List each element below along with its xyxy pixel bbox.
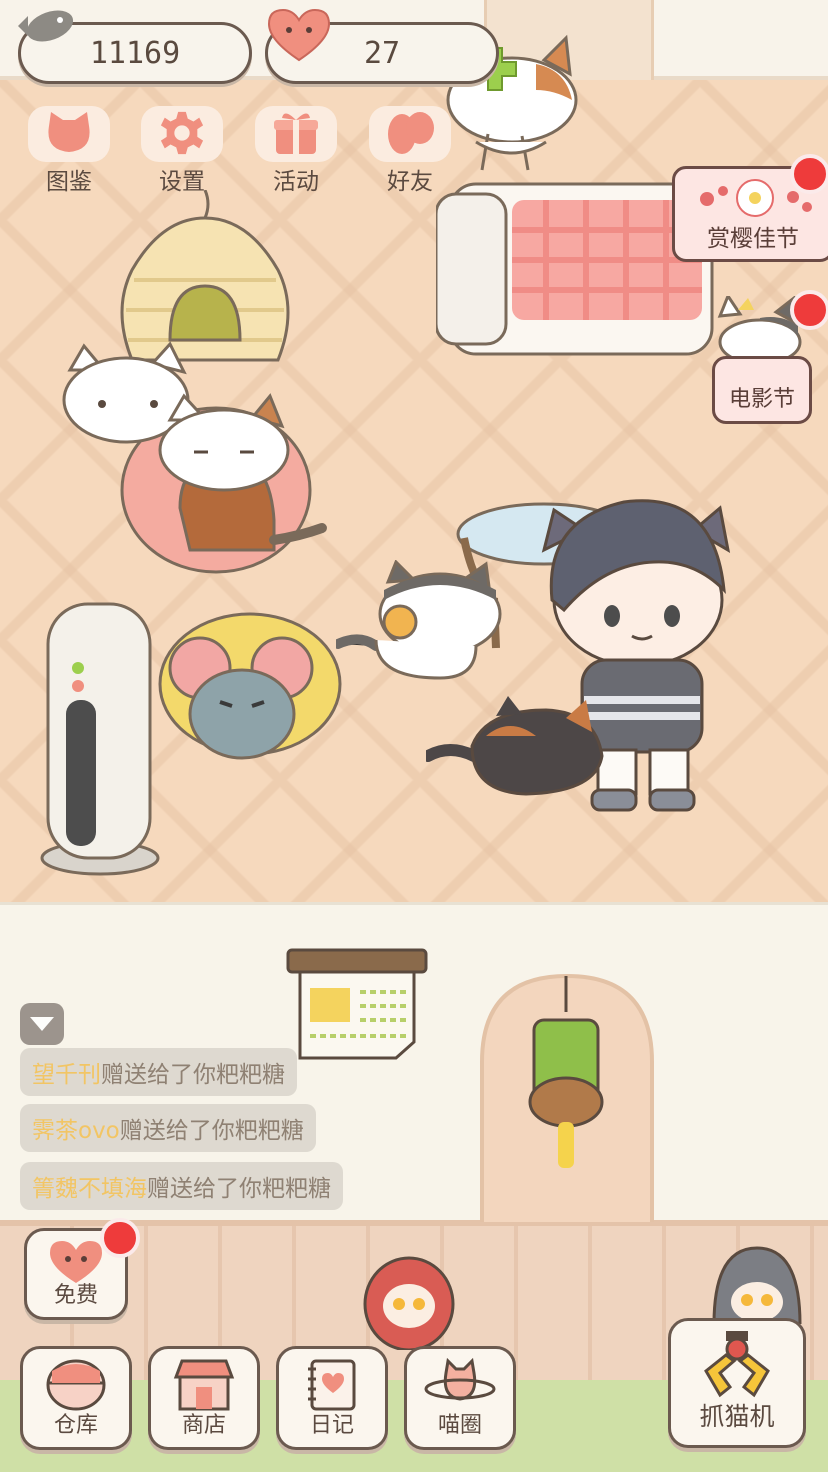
fish-count: 11169 (89, 35, 181, 71)
heart-count: 27 (363, 35, 401, 71)
cat-head-icon (48, 112, 90, 152)
notification-dot (790, 154, 828, 194)
red-daruma[interactable] (362, 1254, 456, 1350)
diary-icon (308, 1359, 356, 1411)
arched-doorway[interactable] (478, 972, 656, 1222)
planet-cat-icon (424, 1357, 496, 1401)
chat-message: 望千刊 赠送给了你粑粑糖 (20, 1048, 297, 1096)
shop-label: 商店 (181, 1413, 226, 1438)
notification-dot (790, 290, 828, 330)
gray-daruma[interactable] (710, 1244, 804, 1324)
notification-dot (100, 1218, 140, 1258)
movie-festival-banner[interactable]: 电影节 (712, 356, 812, 424)
chat-message: 霁茶ovo 赠送给了你粑粑糖 (20, 1104, 316, 1152)
heart-icon (267, 8, 331, 62)
collection-label: 图鉴 (46, 169, 92, 195)
tab-shop[interactable]: 商店 (148, 1346, 260, 1450)
diary-label: 日记 (309, 1413, 354, 1438)
chat-message: 箐魏不填海 赠送给了你粑粑糖 (20, 1162, 343, 1210)
claw-machine-button[interactable]: 抓猫机 (668, 1318, 806, 1448)
mouse-on-cushion[interactable] (156, 608, 346, 778)
shop-icon (173, 1359, 235, 1411)
chat-text: 赠送给了你粑粑糖 (119, 1118, 304, 1144)
chat-text: 赠送给了你粑粑糖 (147, 1176, 331, 1202)
claw-icon (704, 1331, 770, 1398)
events-label: 活动 (273, 169, 319, 195)
settings-label: 设置 (159, 169, 205, 195)
cat-pouf[interactable] (60, 340, 330, 580)
wall-calendar[interactable] (286, 948, 428, 1068)
friends-label: 好友 (387, 169, 433, 195)
tab-storage[interactable]: 仓库 (20, 1346, 132, 1450)
chat-text: 赠送给了你粑粑糖 (101, 1062, 285, 1088)
chat-username[interactable]: 箐魏不填海 (32, 1169, 147, 1203)
chat-username[interactable]: 霁茶ovo (32, 1111, 120, 1145)
gear-icon (160, 111, 204, 155)
sakura-festival-label: 赏樱佳节 (707, 226, 799, 252)
black-cat[interactable] (426, 696, 616, 806)
fish-icon (18, 10, 74, 42)
movie-festival-label: 电影节 (728, 387, 795, 412)
friends-icon (388, 112, 434, 154)
gray-white-cat[interactable] (336, 560, 506, 690)
tab-diary[interactable]: 日记 (276, 1346, 388, 1450)
chat-toggle-button[interactable] (20, 1003, 64, 1045)
events-button[interactable]: 活动 (249, 104, 343, 195)
chat-username[interactable]: 望千刊 (32, 1055, 101, 1089)
chevron-down-icon (30, 1017, 54, 1031)
gift-icon (274, 113, 318, 154)
claw-machine-label: 抓猫机 (699, 1402, 775, 1431)
tab-cat-circle[interactable]: 喵圈 (404, 1346, 516, 1450)
free-label: 免费 (53, 1283, 98, 1308)
storage-label: 仓库 (53, 1413, 98, 1438)
settings-button[interactable]: 设置 (135, 104, 229, 195)
storage-icon (46, 1359, 106, 1411)
cat-circle-label: 喵圈 (437, 1413, 482, 1438)
air-purifier (40, 602, 160, 876)
friends-button[interactable]: 好友 (363, 104, 457, 195)
collection-button[interactable]: 图鉴 (22, 104, 116, 195)
